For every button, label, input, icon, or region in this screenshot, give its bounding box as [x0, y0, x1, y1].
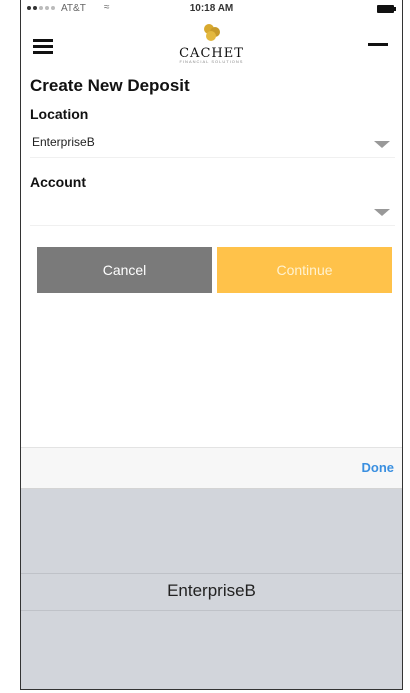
status-bar: AT&T ≈ 10:18 AM	[21, 0, 402, 20]
account-label: Account	[30, 174, 86, 190]
page-title: Create New Deposit	[30, 76, 190, 95]
cancel-button[interactable]: Cancel	[37, 247, 212, 293]
location-select[interactable]: EnterpriseB	[30, 128, 395, 158]
minus-icon[interactable]	[368, 43, 388, 46]
chevron-down-icon	[374, 209, 390, 216]
picker-divider	[21, 610, 402, 611]
picker-divider	[21, 573, 402, 574]
done-button[interactable]: Done	[362, 460, 395, 475]
nav-bar: CACHET FINANCIAL SOLUTIONS	[21, 20, 402, 68]
status-time: 10:18 AM	[189, 3, 234, 14]
picker-selected-option[interactable]: EnterpriseB	[21, 581, 402, 601]
location-picker[interactable]: EnterpriseB	[21, 489, 402, 689]
cachet-logo: CACHET FINANCIAL SOLUTIONS	[21, 22, 402, 65]
logo-mark-icon	[203, 24, 220, 41]
account-select[interactable]	[30, 196, 395, 226]
location-value: EnterpriseB	[32, 135, 95, 149]
battery-icon	[377, 5, 396, 13]
chevron-down-icon	[374, 141, 390, 148]
keyboard-accessory-bar: Done	[21, 447, 402, 489]
phone-screen: AT&T ≈ 10:18 AM CACHET FINANCIAL SOLUTIO…	[20, 0, 403, 690]
continue-button[interactable]: Continue	[217, 247, 392, 293]
logo-subtext: FINANCIAL SOLUTIONS	[179, 59, 244, 64]
location-label: Location	[30, 106, 89, 122]
